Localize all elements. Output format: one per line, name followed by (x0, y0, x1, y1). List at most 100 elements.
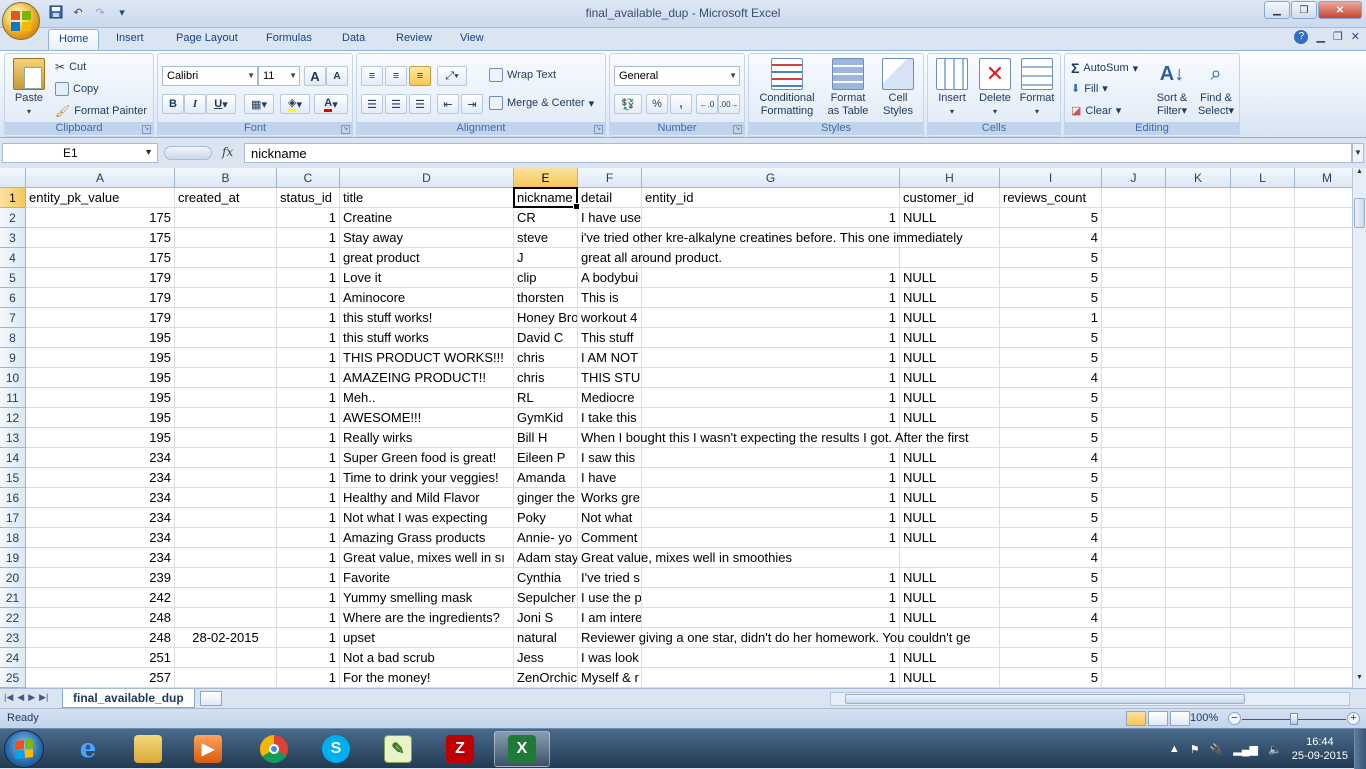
cell-L12[interactable] (1231, 408, 1295, 428)
cell-C19[interactable]: 1 (277, 548, 340, 568)
number-launcher-icon[interactable]: ↘ (733, 125, 742, 134)
borders-button[interactable]: ▦ ▾ (244, 94, 274, 114)
cell-J10[interactable] (1102, 368, 1166, 388)
cell-B11[interactable] (175, 388, 277, 408)
clipboard-launcher-icon[interactable]: ↘ (142, 125, 151, 134)
shrink-font-button[interactable]: A (326, 66, 348, 86)
cell-K4[interactable] (1166, 248, 1231, 268)
cell-G15[interactable]: 1 (642, 468, 900, 488)
cell-B14[interactable] (175, 448, 277, 468)
cell-G17[interactable]: 1 (642, 508, 900, 528)
undo-icon[interactable]: ↶ (70, 4, 86, 20)
cell-E21[interactable]: Sepulcher (514, 588, 578, 608)
cell-J22[interactable] (1102, 608, 1166, 628)
cell-J25[interactable] (1102, 668, 1166, 688)
cell-L15[interactable] (1231, 468, 1295, 488)
restore-button[interactable]: ❐ (1291, 1, 1317, 19)
close-button[interactable]: ✕ (1318, 1, 1362, 19)
cell-I7[interactable]: 1 (1000, 308, 1102, 328)
cell-F3[interactable]: i've tried other kre-alkalyne creatines … (578, 228, 963, 248)
row-header-4[interactable]: 4 (0, 248, 26, 268)
cell-I3[interactable]: 4 (1000, 228, 1102, 248)
grow-font-button[interactable]: A (304, 66, 326, 86)
cell-J21[interactable] (1102, 588, 1166, 608)
cell-I11[interactable]: 5 (1000, 388, 1102, 408)
cell-K17[interactable] (1166, 508, 1231, 528)
cell-K15[interactable] (1166, 468, 1231, 488)
cell-I8[interactable]: 5 (1000, 328, 1102, 348)
taskbar-skype[interactable]: S (308, 731, 364, 767)
cell-L7[interactable] (1231, 308, 1295, 328)
row-header-22[interactable]: 22 (0, 608, 26, 628)
column-header-K[interactable]: K (1166, 168, 1231, 188)
cell-M24[interactable] (1295, 648, 1352, 668)
cell-H18[interactable]: NULL (900, 528, 1000, 548)
cell-D8[interactable]: this stuff works (340, 328, 514, 348)
cell-J24[interactable] (1102, 648, 1166, 668)
cell-A24[interactable]: 251 (26, 648, 175, 668)
cell-H11[interactable]: NULL (900, 388, 1000, 408)
cell-F10[interactable]: THIS STUF (578, 368, 642, 388)
cell-D22[interactable]: Where are the ingredients? (340, 608, 514, 628)
cell-E15[interactable]: Amanda (514, 468, 578, 488)
column-header-J[interactable]: J (1102, 168, 1166, 188)
cell-G18[interactable]: 1 (642, 528, 900, 548)
row-header-10[interactable]: 10 (0, 368, 26, 388)
cell-F23[interactable]: Reviewer giving a one star, didn't do he… (578, 628, 970, 648)
doc-close-button[interactable]: ✕ (1351, 30, 1360, 44)
row-header-11[interactable]: 11 (0, 388, 26, 408)
office-button[interactable] (2, 2, 40, 40)
cell-F24[interactable]: I was look (578, 648, 642, 668)
row-header-23[interactable]: 23 (0, 628, 26, 648)
copy-button[interactable]: Copy (55, 82, 99, 96)
cell-M20[interactable] (1295, 568, 1352, 588)
column-header-A[interactable]: A (26, 168, 175, 188)
cell-C12[interactable]: 1 (277, 408, 340, 428)
italic-button[interactable]: I (184, 94, 206, 114)
cell-B18[interactable] (175, 528, 277, 548)
taskbar-notepad-plus[interactable]: ✎ (370, 731, 426, 767)
taskbar-chrome[interactable] (246, 731, 302, 767)
cell-L11[interactable] (1231, 388, 1295, 408)
cell-B12[interactable] (175, 408, 277, 428)
cell-E20[interactable]: Cynthia (514, 568, 578, 588)
cell-A15[interactable]: 234 (26, 468, 175, 488)
cell-D4[interactable]: great product (340, 248, 514, 268)
cell-A20[interactable]: 239 (26, 568, 175, 588)
cell-J2[interactable] (1102, 208, 1166, 228)
cell-I16[interactable]: 5 (1000, 488, 1102, 508)
cell-D2[interactable]: Creatine (340, 208, 514, 228)
cell-L23[interactable] (1231, 628, 1295, 648)
cell-M17[interactable] (1295, 508, 1352, 528)
cell-styles-button[interactable]: Cell Styles (875, 58, 921, 118)
cell-M23[interactable] (1295, 628, 1352, 648)
cell-K22[interactable] (1166, 608, 1231, 628)
row-header-24[interactable]: 24 (0, 648, 26, 668)
taskbar-internet-explorer[interactable]: e (60, 731, 116, 767)
cell-E2[interactable]: CR (514, 208, 578, 228)
cell-E16[interactable]: ginger the (514, 488, 578, 508)
cell-M18[interactable] (1295, 528, 1352, 548)
cell-M15[interactable] (1295, 468, 1352, 488)
cell-I10[interactable]: 4 (1000, 368, 1102, 388)
autosum-button[interactable]: Σ AutoSum ▾ (1071, 60, 1138, 76)
cell-M6[interactable] (1295, 288, 1352, 308)
cell-A4[interactable]: 175 (26, 248, 175, 268)
cell-F25[interactable]: Myself & r (578, 668, 642, 688)
cell-L6[interactable] (1231, 288, 1295, 308)
cell-H20[interactable]: NULL (900, 568, 1000, 588)
minimize-button[interactable]: ▁ (1264, 1, 1290, 19)
cell-J23[interactable] (1102, 628, 1166, 648)
alignment-launcher-icon[interactable]: ↘ (594, 125, 603, 134)
zoom-slider-knob[interactable] (1290, 713, 1298, 725)
cell-I4[interactable]: 5 (1000, 248, 1102, 268)
cell-K9[interactable] (1166, 348, 1231, 368)
cell-M3[interactable] (1295, 228, 1352, 248)
normal-view-button[interactable] (1126, 711, 1146, 726)
cell-G16[interactable]: 1 (642, 488, 900, 508)
cell-J1[interactable] (1102, 188, 1166, 208)
cell-C21[interactable]: 1 (277, 588, 340, 608)
cell-F5[interactable]: A bodybui (578, 268, 642, 288)
cell-F17[interactable]: Not what (578, 508, 642, 528)
align-right-button[interactable]: ☰ (409, 94, 431, 114)
